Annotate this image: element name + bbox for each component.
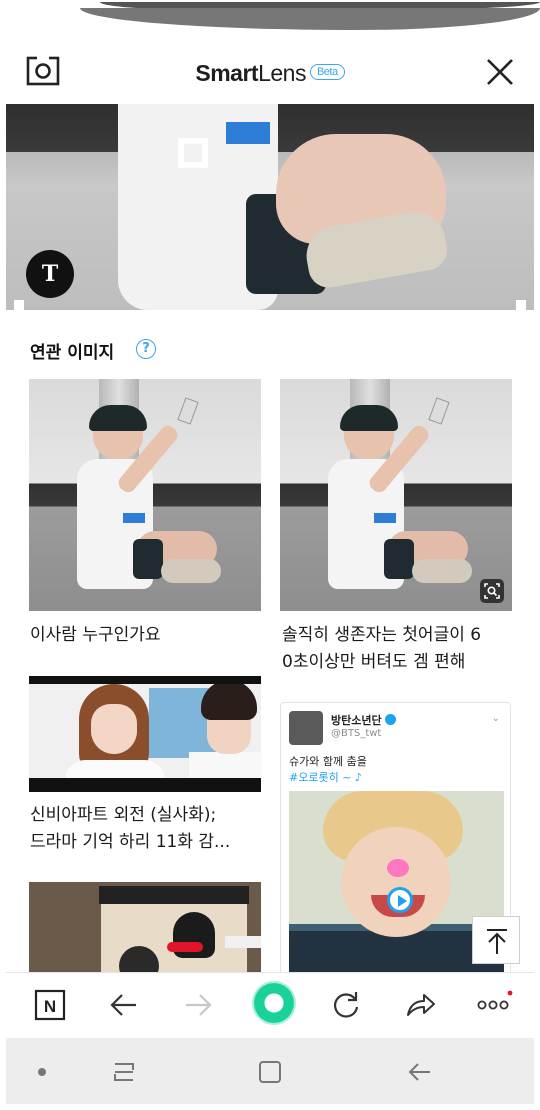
chevron-down-icon: ⌄	[491, 713, 500, 724]
share-icon	[407, 994, 435, 1016]
arrow-up-icon	[487, 929, 507, 954]
caption-line: 신비아파트 외전 (실사화);	[30, 805, 217, 825]
focus-point-handle[interactable]	[178, 138, 208, 168]
refresh-icon	[334, 992, 359, 1018]
tweet-handle: @BTS_twt	[331, 728, 382, 739]
arrow-right-icon	[186, 994, 212, 1016]
tweet-author: 방탄소년단	[331, 712, 396, 728]
image-panel	[99, 886, 249, 904]
system-back-button[interactable]	[402, 1054, 438, 1090]
smartlens-header: SmartLens Beta	[6, 42, 534, 104]
crop-corner-br[interactable]	[516, 300, 526, 310]
scroll-to-top-button[interactable]	[472, 916, 520, 964]
nav-dot-icon[interactable]	[38, 1068, 46, 1076]
image-letterbox	[29, 676, 261, 792]
lens-search-button[interactable]	[480, 579, 504, 603]
image-shorts	[384, 539, 414, 579]
caption-line: 솔직히 생존자는 첫어글이 6	[282, 625, 482, 645]
browser-toolbar: N	[6, 972, 534, 1036]
image-band	[123, 513, 145, 523]
naver-home-button[interactable]: N	[28, 983, 72, 1027]
tweet-hashtag: #오로롯히 ~ ♪	[289, 771, 362, 784]
caption-line: 드라마 기억 하리 11화 감...	[30, 832, 231, 852]
arrow-left-icon	[110, 994, 136, 1016]
home-button[interactable]	[252, 1054, 288, 1090]
torn-paper-edge	[0, 0, 540, 48]
home-square-icon	[259, 1061, 281, 1083]
related-caption-1[interactable]: 이사람 누구인가요	[30, 622, 161, 649]
tweet-text: 슈가와 함께 춤을	[289, 755, 367, 768]
image-glasses	[167, 942, 203, 952]
recents-icon	[114, 1063, 134, 1081]
tweet-author-name: 방탄소년단	[331, 714, 382, 727]
text-recognition-button[interactable]: T	[26, 250, 74, 298]
share-button[interactable]	[398, 983, 442, 1027]
help-icon[interactable]: ?	[136, 339, 156, 359]
torn-edge-band	[80, 8, 540, 30]
close-icon	[487, 59, 513, 85]
more-icon	[477, 990, 513, 1010]
back-arrow-icon	[408, 1063, 430, 1081]
system-nav-bar	[6, 1038, 534, 1104]
lens-search-icon	[484, 583, 500, 599]
photo-stripe	[226, 122, 270, 144]
close-button[interactable]	[486, 58, 514, 86]
brand-lens: Lens	[258, 60, 306, 86]
related-image-2[interactable]	[280, 379, 512, 611]
brand-smart: Smart	[195, 60, 259, 86]
crop-corner-bl[interactable]	[14, 300, 24, 310]
verified-icon	[384, 714, 396, 725]
caption-line: 0초이상만 버텨도 겜 편해	[282, 652, 466, 672]
more-button[interactable]	[472, 983, 516, 1027]
image-hair	[89, 405, 147, 431]
n-label: N	[44, 997, 56, 1016]
tweet-avatar	[289, 711, 323, 745]
image-band	[374, 513, 396, 523]
recent-apps-button[interactable]	[106, 1054, 142, 1090]
tweet-image-nose	[387, 859, 409, 877]
related-image-3[interactable]	[29, 676, 261, 792]
forward-button[interactable]	[176, 983, 220, 1027]
image-shoe	[412, 559, 472, 583]
green-dot-button[interactable]	[254, 983, 294, 1023]
related-images-title: 연관 이미지	[30, 343, 115, 363]
related-image-1[interactable]	[29, 379, 261, 611]
image-hair	[340, 405, 398, 431]
related-caption-3[interactable]: 신비아파트 외전 (실사화); 드라마 기억 하리 11화 감...	[30, 802, 230, 856]
search-image[interactable]: T	[6, 104, 534, 310]
image-sign	[225, 936, 261, 948]
play-icon	[387, 887, 413, 913]
related-image-5[interactable]	[29, 882, 261, 974]
refresh-button[interactable]	[324, 983, 368, 1027]
beta-badge: Beta	[309, 63, 345, 80]
image-shoe	[161, 559, 221, 583]
notification-dot	[507, 990, 513, 996]
image-shorts	[133, 539, 163, 579]
tweet-image-face	[341, 827, 451, 937]
brand-title: SmartLens Beta	[6, 60, 534, 87]
related-caption-2[interactable]: 솔직히 생존자는 첫어글이 6 0초이상만 버텨도 겜 편해	[282, 622, 481, 676]
back-button[interactable]	[102, 983, 146, 1027]
naver-n-icon: N	[34, 989, 66, 1021]
